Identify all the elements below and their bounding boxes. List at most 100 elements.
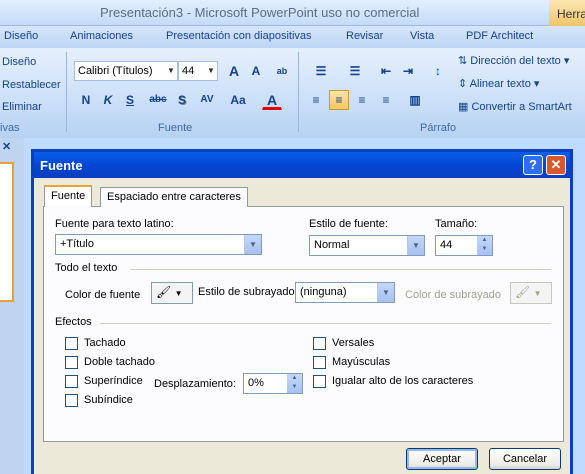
help-button[interactable]: ? — [523, 155, 543, 175]
ribbon: Diseño Restablecer Eliminar ivas Calibri… — [0, 48, 585, 138]
italic-icon[interactable]: K — [98, 90, 118, 110]
font-name-combo[interactable]: Calibri (Títulos) ▼ — [74, 61, 178, 81]
strikethrough-checkbox[interactable] — [65, 337, 78, 350]
strikethrough-icon[interactable]: abc — [145, 90, 171, 110]
font-size-combo[interactable]: 44 ▼ — [178, 61, 218, 81]
spinner-arrows-icon[interactable]: ▲ ▼ — [477, 236, 492, 255]
justify-icon[interactable]: ≡ — [376, 90, 396, 110]
dialog-title-bar: Fuente ? ✕ — [34, 152, 570, 178]
chevron-down-icon: ▼ — [377, 283, 394, 302]
grow-font-icon[interactable]: A — [224, 61, 244, 81]
chevron-down-icon: ▼ — [207, 66, 215, 75]
superscript-checkbox[interactable] — [65, 375, 78, 388]
underline-style-label: Estilo de subrayado — [198, 286, 295, 298]
double-strikethrough-checkbox[interactable] — [65, 356, 78, 369]
effects-label: Efectos — [55, 316, 92, 328]
text-direction-label: Dirección del texto — [470, 55, 561, 67]
close-button[interactable]: ✕ — [546, 155, 566, 175]
tab-revisar[interactable]: Revisar — [346, 30, 383, 42]
clear-format-icon[interactable]: ab — [272, 61, 292, 81]
underline-style-select[interactable]: (ninguna) ▼ — [295, 282, 395, 303]
group-separator — [66, 52, 67, 132]
group-separator — [298, 52, 299, 132]
underline-icon[interactable]: S — [120, 90, 140, 110]
smartart-icon: ▦ — [458, 101, 472, 113]
subscript-checkbox[interactable] — [65, 394, 78, 407]
group-label-fuente: Fuente — [158, 122, 193, 134]
align-left-icon[interactable]: ≡ — [306, 90, 326, 110]
reset-button[interactable]: Restablecer — [2, 79, 61, 91]
columns-icon[interactable]: ▥ — [400, 90, 430, 110]
dialog-title: Fuente — [40, 158, 83, 173]
delete-button[interactable]: Eliminar — [2, 101, 42, 113]
group-label-parrafo: Párrafo — [420, 122, 457, 134]
cancel-button[interactable]: Cancelar — [489, 448, 561, 470]
line-spacing-icon[interactable]: ↕ — [424, 61, 452, 81]
slide-thumbnail[interactable] — [0, 162, 14, 302]
context-tab-herramientas[interactable]: Herra — [549, 0, 585, 26]
strikethrough-label: Tachado — [84, 337, 126, 349]
chevron-down-icon: ▼ — [407, 236, 424, 255]
chevron-down-icon: ▼ — [244, 235, 261, 254]
divider — [100, 323, 551, 324]
font-color-label: Color de fuente — [65, 289, 141, 301]
align-text-label: Alinear texto — [469, 78, 531, 90]
tab-fuente[interactable]: Fuente — [44, 185, 93, 207]
close-icon[interactable]: ✕ — [2, 140, 20, 154]
small-caps-checkbox[interactable] — [313, 337, 326, 350]
change-case-icon[interactable]: Aa — [226, 90, 250, 110]
chevron-down-icon: ▼ — [167, 66, 175, 75]
equalize-height-checkbox[interactable] — [313, 375, 326, 388]
smartart-button[interactable]: ▦ Convertir a SmartArt — [458, 100, 572, 113]
font-style-value: Normal — [314, 239, 350, 251]
align-right-icon[interactable]: ≡ — [352, 90, 372, 110]
offset-value: 0% — [248, 377, 264, 389]
font-dialog: Fuente ? ✕ Fuente Espaciado entre caract… — [31, 149, 573, 474]
bold-icon[interactable]: N — [76, 90, 96, 110]
all-caps-checkbox[interactable] — [313, 356, 326, 369]
tab-diseno[interactable]: Diseño — [4, 30, 38, 42]
shadow-icon[interactable]: S — [172, 90, 192, 110]
font-color-icon[interactable]: A — [262, 90, 282, 110]
align-text-icon: ⇕ — [458, 78, 470, 90]
size-spinner[interactable]: 44 ▲ ▼ — [435, 235, 493, 256]
size-value: 44 — [440, 239, 453, 251]
window-title: Presentación3 - Microsoft PowerPoint uso… — [100, 5, 420, 20]
chevron-down-icon: ▼ — [174, 289, 183, 298]
subscript-label: Subíndice — [84, 394, 133, 406]
layout-button[interactable]: Diseño — [2, 56, 36, 68]
latin-font-value: +Título — [60, 238, 94, 250]
align-text-button[interactable]: ⇕ Alinear texto ▾ — [458, 77, 539, 90]
all-caps-label: Mayúsculas — [332, 356, 391, 368]
increase-indent-icon[interactable]: ⇥ — [398, 61, 418, 81]
tab-presentacion[interactable]: Presentación con diapositivas — [166, 30, 312, 42]
shrink-font-icon[interactable]: A — [246, 61, 266, 81]
offset-spinner[interactable]: 0% ▲ ▼ — [243, 373, 303, 394]
bullets-icon[interactable]: ☰ — [306, 61, 336, 81]
group-label-diapositivas: ivas — [0, 122, 20, 134]
tab-animaciones[interactable]: Animaciones — [70, 30, 133, 42]
tab-espaciado[interactable]: Espaciado entre caracteres — [100, 187, 248, 207]
underline-style-value: (ninguna) — [300, 286, 347, 298]
align-center-icon[interactable]: ≡ — [329, 90, 349, 110]
spinner-arrows-icon[interactable]: ▲ ▼ — [287, 374, 302, 393]
numbering-icon[interactable]: ☰ — [340, 61, 370, 81]
ribbon-tabs: Diseño Animaciones Presentación con diap… — [0, 26, 585, 48]
underline-color-label: Color de subrayado — [405, 289, 502, 301]
latin-font-select[interactable]: +Título ▼ — [55, 234, 262, 255]
accept-button[interactable]: Aceptar — [406, 448, 478, 470]
text-direction-button[interactable]: ⇅ Dirección del texto ▾ — [458, 54, 569, 67]
size-label: Tamaño: — [435, 218, 478, 230]
latin-font-label: Fuente para texto latino: — [55, 218, 174, 230]
font-color-button[interactable]: 🖌 ▼ — [151, 282, 193, 304]
tab-vista[interactable]: Vista — [410, 30, 434, 42]
text-direction-icon: ⇅ — [458, 55, 471, 67]
offset-label: Desplazamiento: — [154, 378, 236, 390]
tab-pdf-architect[interactable]: PDF Architect — [466, 30, 533, 42]
char-spacing-icon[interactable]: AV — [194, 90, 220, 110]
underline-color-button[interactable]: 🖌 ▼ — [510, 282, 552, 304]
small-caps-label: Versales — [332, 337, 375, 349]
decrease-indent-icon[interactable]: ⇤ — [376, 61, 396, 81]
font-style-select[interactable]: Normal ▼ — [309, 235, 425, 256]
font-style-label: Estilo de fuente: — [309, 218, 388, 230]
